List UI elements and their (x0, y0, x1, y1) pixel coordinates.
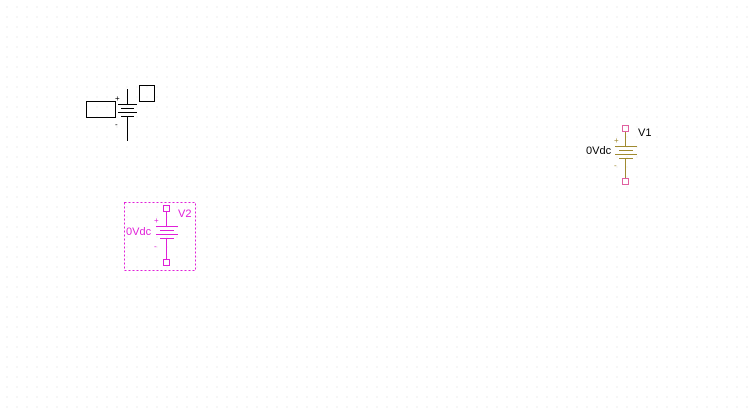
ghost-pin-minus: - (115, 120, 118, 129)
v2-pin-minus: - (154, 242, 157, 251)
ghost-value-box[interactable] (86, 101, 116, 118)
v1-pin-bottom[interactable] (622, 178, 629, 185)
part-v1[interactable]: + - V1 0Vdc (586, 125, 651, 185)
ghost-pin-plus: + (115, 94, 120, 103)
v2-value-label[interactable]: 0Vdc (126, 226, 152, 238)
v2-pin-plus: + (154, 216, 159, 225)
ghost-refdes-box[interactable] (139, 85, 155, 102)
schematic-drawing[interactable]: + - + - V1 0Vdc + - V2 0Vdc (0, 0, 752, 414)
v2-pin-top[interactable] (163, 205, 170, 212)
v1-pin-minus: - (614, 161, 617, 170)
v1-refdes-label[interactable]: V1 (638, 127, 651, 139)
v2-pin-bottom[interactable] (163, 259, 170, 266)
ghost-part-vdc[interactable]: + - (86, 85, 155, 142)
v1-pin-top[interactable] (622, 125, 629, 132)
v1-value-label[interactable]: 0Vdc (586, 145, 612, 157)
v2-refdes-label[interactable]: V2 (178, 208, 191, 220)
schematic-canvas[interactable]: + - + - V1 0Vdc + - V2 0Vdc (0, 0, 752, 414)
part-v2-selected[interactable]: + - V2 0Vdc (124, 202, 196, 271)
v1-pin-plus: + (614, 136, 619, 145)
